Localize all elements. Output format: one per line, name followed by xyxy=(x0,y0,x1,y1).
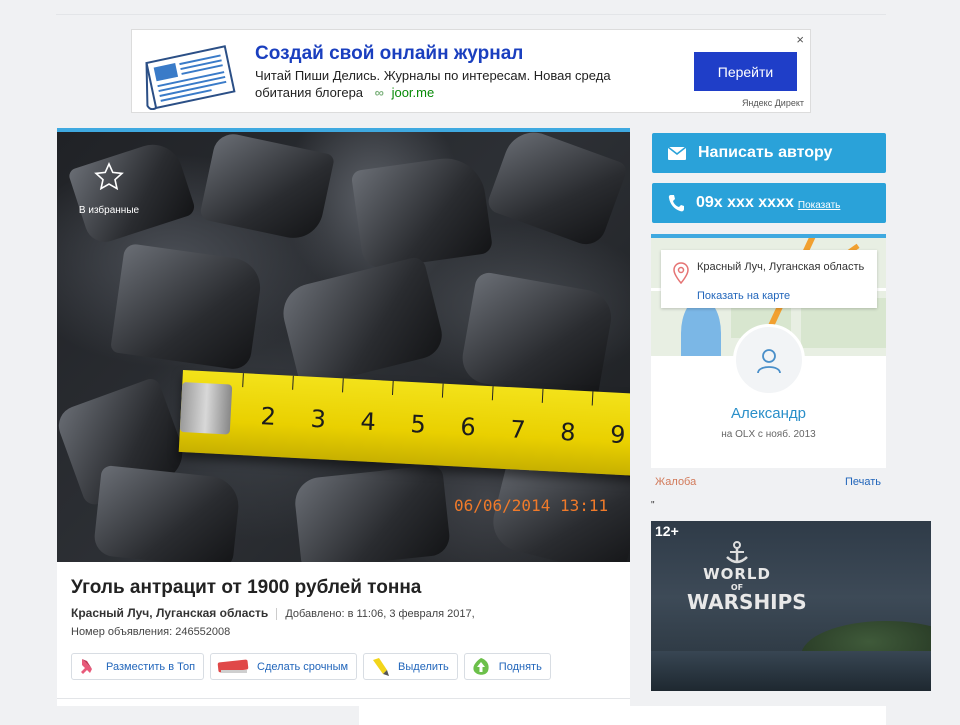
seller-card: Красный Луч, Луганская область Показать … xyxy=(651,234,886,468)
card-divider xyxy=(57,698,630,699)
tape-number: 3 xyxy=(309,404,327,434)
seller-since: на OLX с нояб. 2013 xyxy=(721,429,816,440)
add-to-favorites[interactable]: В избранные xyxy=(69,162,149,218)
user-icon xyxy=(757,349,781,374)
anchor-icon xyxy=(726,541,748,564)
urgent-badge-icon xyxy=(217,659,249,673)
logo-world: WORLD xyxy=(703,565,771,583)
ad-domain[interactable]: joor.me xyxy=(392,85,435,100)
phone-button[interactable]: 09x xxx xxxx Показать xyxy=(652,183,886,223)
place-in-top-button[interactable]: Разместить в Топ xyxy=(71,653,205,680)
make-urgent-button[interactable]: Сделать срочным xyxy=(210,653,358,680)
tape-number: 5 xyxy=(409,409,427,439)
raise-button[interactable]: Поднять xyxy=(463,653,551,680)
close-icon[interactable]: × xyxy=(796,32,804,47)
write-author-button[interactable]: Написать автору xyxy=(652,133,886,173)
tape-number: 8 xyxy=(559,417,577,447)
show-on-map-link[interactable]: Показать на карте xyxy=(697,290,790,302)
logo-warships: WARSHIPS xyxy=(687,590,807,614)
ad-source-label[interactable]: Яндекс Директ xyxy=(742,98,804,108)
ad-text: Читай Пиши Делись. Журналы по интересам.… xyxy=(255,67,655,101)
tape-number: 2 xyxy=(259,402,277,431)
listing-meta: Красный Луч, Луганская область Добавлено:… xyxy=(71,606,475,621)
promo-actions: Разместить в Топ Сделать срочным Выделит… xyxy=(71,653,551,680)
highlighter-icon xyxy=(373,657,390,676)
tape-number: 7 xyxy=(509,415,527,444)
listing-title: Уголь антрацит от 1900 рублей тонна xyxy=(71,577,422,598)
phone-icon xyxy=(668,195,684,212)
tape-number: 4 xyxy=(359,407,377,437)
newspaper-icon xyxy=(145,45,236,110)
listing-photo[interactable]: 2 3 4 5 6 7 8 9 06/06/2014 13:11 В избра… xyxy=(57,132,630,562)
ad-go-button[interactable]: Перейти xyxy=(694,52,797,91)
top-divider xyxy=(56,14,886,15)
complaint-link[interactable]: Жалоба xyxy=(655,476,696,488)
stray-quote: " xyxy=(651,500,655,511)
highlight-button[interactable]: Выделить xyxy=(363,653,458,680)
map-pin-icon xyxy=(673,262,689,284)
show-phone-link[interactable]: Показать xyxy=(798,200,841,211)
write-author-label: Написать автору xyxy=(698,144,833,161)
age-rating-badge: 12+ xyxy=(655,523,679,539)
location-popup: Красный Луч, Луганская область Показать … xyxy=(661,250,877,308)
listing-added-date: Добавлено: в 11:06, 3 февраля 2017, xyxy=(285,608,475,620)
raise-label: Поднять xyxy=(498,660,542,673)
envelope-icon xyxy=(668,146,686,160)
rocket-icon xyxy=(81,658,92,674)
yandex-ad-banner[interactable]: Создай свой онлайн журнал Читай Пиши Дел… xyxy=(131,29,811,113)
world-of-warships-banner[interactable]: 12+ WORLD OF WARSHIPS xyxy=(651,521,931,691)
favorites-label: В избранные xyxy=(78,205,140,216)
infinity-icon: ∞ xyxy=(374,85,384,100)
listing-card: 2 3 4 5 6 7 8 9 06/06/2014 13:11 В избра… xyxy=(57,128,630,706)
listing-number: Номер объявления: 246552008 xyxy=(71,626,231,638)
page-bottom-area xyxy=(359,706,886,725)
ad-title[interactable]: Создай свой онлайн журнал xyxy=(255,43,523,65)
print-link[interactable]: Печать xyxy=(845,476,881,488)
seller-name[interactable]: Александр xyxy=(651,405,886,422)
seller-address: Красный Луч, Луганская область xyxy=(697,261,865,273)
tape-number: 6 xyxy=(459,412,477,442)
phone-number: 09x xxx xxxx xyxy=(696,194,794,211)
place-in-top-label: Разместить в Топ xyxy=(106,660,196,673)
avatar[interactable] xyxy=(733,324,805,396)
photo-datestamp: 06/06/2014 13:11 xyxy=(454,496,609,515)
raise-arrow-icon xyxy=(473,657,489,675)
divider xyxy=(276,608,278,621)
listing-location[interactable]: Красный Луч, Луганская область xyxy=(71,606,268,620)
star-icon xyxy=(94,162,124,190)
make-urgent-label: Сделать срочным xyxy=(257,660,349,673)
wows-logo: WORLD OF WARSHIPS xyxy=(687,541,807,614)
tape-number: 9 xyxy=(609,420,627,450)
highlight-label: Выделить xyxy=(398,660,449,673)
